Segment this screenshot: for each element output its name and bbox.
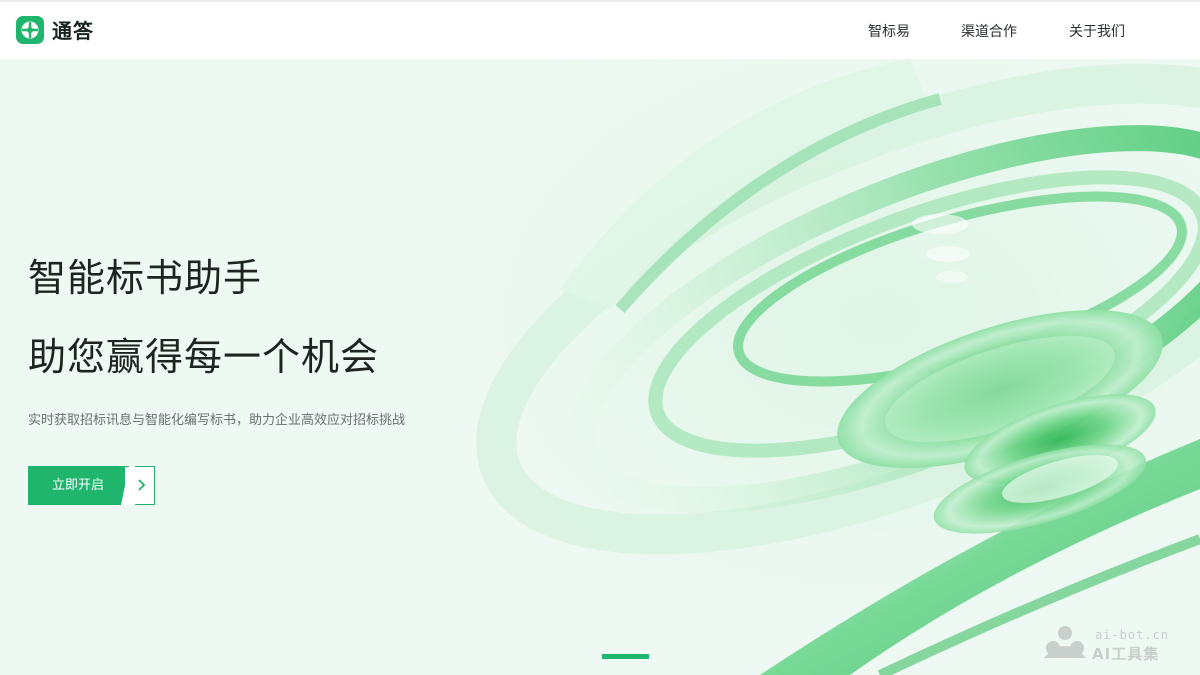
- brand-name: 通答: [52, 19, 94, 43]
- start-now-label: 立即开启: [28, 466, 128, 505]
- nav-item-zhibiaoyi[interactable]: 智标易: [868, 21, 910, 41]
- logo-icon: [16, 15, 44, 44]
- watermark-domain: ai-bot.cn: [1095, 628, 1170, 642]
- watermark-name: AI工具集: [1092, 645, 1160, 663]
- carousel-indicator[interactable]: [602, 654, 649, 659]
- hero-title-line-2: 助您赢得每一个机会: [28, 335, 380, 379]
- start-now-button[interactable]: 立即开启: [28, 466, 155, 505]
- cta-slant-divider: [121, 466, 135, 505]
- nav-item-channel-partners[interactable]: 渠道合作: [961, 21, 1017, 41]
- hero-title-line-1: 智能标书助手: [28, 256, 263, 300]
- nav-item-about-us[interactable]: 关于我们: [1069, 21, 1125, 41]
- brand-logo[interactable]: 通答: [16, 15, 94, 44]
- hero-subtitle: 实时获取招标讯息与智能化编写标书，助力企业高效应对招标挑战: [28, 413, 406, 428]
- watermark-logo-icon: [1044, 626, 1086, 658]
- site-header: 通答 智标易 渠道合作 关于我们: [0, 2, 1200, 59]
- watermark: ai-bot.cn AI工具集: [1042, 624, 1182, 664]
- hero-banner: 智能标书助手 助您赢得每一个机会 实时获取招标讯息与智能化编写标书，助力企业高效…: [0, 59, 1200, 675]
